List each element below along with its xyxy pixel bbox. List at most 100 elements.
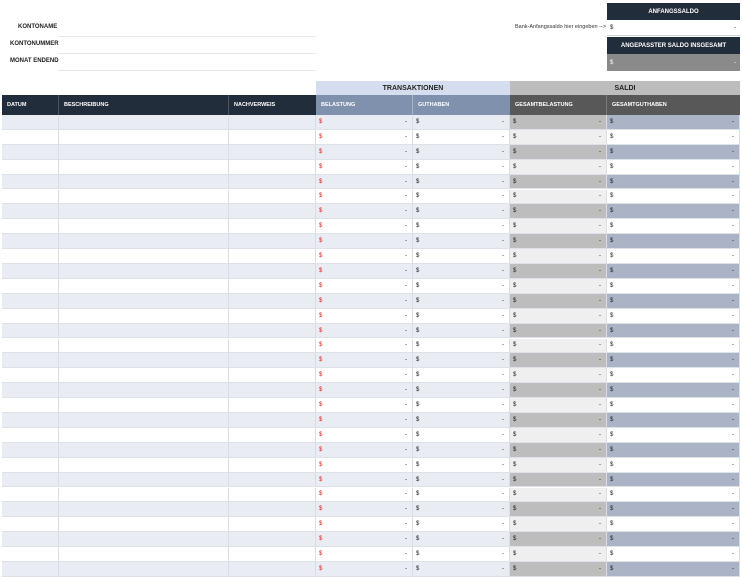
total-debit-cell[interactable]: $ - (510, 189, 607, 205)
debit-cell[interactable]: $ - (316, 547, 413, 562)
date-cell[interactable] (2, 398, 59, 413)
credit-cell[interactable]: $ - (413, 472, 510, 488)
reference-cell[interactable] (229, 144, 316, 160)
total-debit-cell[interactable]: $ - (510, 442, 607, 458)
date-cell[interactable] (2, 547, 59, 562)
total-credit-cell[interactable]: $ - (607, 353, 740, 369)
date-cell[interactable] (2, 502, 59, 518)
total-debit-cell[interactable]: $ - (510, 264, 607, 279)
total-debit-cell[interactable]: $ - (510, 129, 607, 145)
debit-cell[interactable]: $ - (316, 562, 413, 577)
debit-cell[interactable]: $ - (316, 144, 413, 160)
reference-cell[interactable] (229, 159, 316, 175)
credit-cell[interactable]: $ - (413, 427, 510, 443)
total-credit-cell[interactable]: $ - (607, 293, 740, 309)
description-cell[interactable] (59, 562, 229, 577)
date-cell[interactable] (2, 427, 59, 443)
date-cell[interactable] (2, 249, 59, 264)
date-cell[interactable] (2, 129, 59, 145)
total-credit-cell[interactable]: $ - (607, 517, 740, 533)
credit-cell[interactable]: $ - (413, 219, 510, 235)
description-cell[interactable] (59, 234, 229, 250)
total-debit-cell[interactable]: $ - (510, 174, 607, 190)
total-debit-cell[interactable]: $ - (510, 249, 607, 264)
total-debit-cell[interactable]: $ - (510, 323, 607, 339)
reference-cell[interactable] (229, 532, 316, 548)
debit-cell[interactable]: $ - (316, 278, 413, 294)
date-cell[interactable] (2, 472, 59, 488)
credit-cell[interactable]: $ - (413, 502, 510, 518)
debit-cell[interactable]: $ - (316, 457, 413, 473)
credit-cell[interactable]: $ - (413, 487, 510, 503)
total-credit-cell[interactable]: $ - (607, 308, 740, 324)
description-cell[interactable] (59, 487, 229, 503)
total-credit-cell[interactable]: $ - (607, 174, 740, 190)
total-credit-cell[interactable]: $ - (607, 502, 740, 518)
date-cell[interactable] (2, 532, 59, 548)
credit-cell[interactable]: $ - (413, 562, 510, 577)
credit-cell[interactable]: $ - (413, 174, 510, 190)
description-cell[interactable] (59, 338, 229, 354)
total-debit-cell[interactable]: $ - (510, 144, 607, 160)
date-cell[interactable] (2, 442, 59, 458)
reference-cell[interactable] (229, 368, 316, 384)
reference-cell[interactable] (229, 278, 316, 294)
total-credit-cell[interactable]: $ - (607, 189, 740, 205)
credit-cell[interactable]: $ - (413, 278, 510, 294)
reference-cell[interactable] (229, 442, 316, 458)
description-cell[interactable] (59, 219, 229, 235)
date-cell[interactable] (2, 338, 59, 354)
total-debit-cell[interactable]: $ - (510, 368, 607, 384)
credit-cell[interactable]: $ - (413, 129, 510, 145)
date-cell[interactable] (2, 383, 59, 399)
reference-cell[interactable] (229, 353, 316, 369)
description-cell[interactable] (59, 308, 229, 324)
reference-cell[interactable] (229, 219, 316, 235)
credit-cell[interactable]: $ - (413, 457, 510, 473)
description-cell[interactable] (59, 517, 229, 533)
total-debit-cell[interactable]: $ - (510, 338, 607, 354)
credit-cell[interactable]: $ - (413, 532, 510, 548)
reference-cell[interactable] (229, 398, 316, 413)
date-cell[interactable] (2, 159, 59, 175)
description-cell[interactable] (59, 159, 229, 175)
credit-cell[interactable]: $ - (413, 517, 510, 533)
date-cell[interactable] (2, 234, 59, 250)
total-credit-cell[interactable]: $ - (607, 562, 740, 577)
total-debit-cell[interactable]: $ - (510, 308, 607, 324)
debit-cell[interactable]: $ - (316, 129, 413, 145)
debit-cell[interactable]: $ - (316, 383, 413, 399)
total-credit-cell[interactable]: $ - (607, 234, 740, 250)
credit-cell[interactable]: $ - (413, 293, 510, 309)
date-cell[interactable] (2, 353, 59, 369)
date-cell[interactable] (2, 413, 59, 428)
description-cell[interactable] (59, 293, 229, 309)
total-debit-cell[interactable]: $ - (510, 159, 607, 175)
reference-cell[interactable] (229, 517, 316, 533)
total-credit-cell[interactable]: $ - (607, 442, 740, 458)
debit-cell[interactable]: $ - (316, 353, 413, 369)
total-credit-cell[interactable]: $ - (607, 204, 740, 220)
date-cell[interactable] (2, 368, 59, 384)
total-debit-cell[interactable]: $ - (510, 413, 607, 428)
debit-cell[interactable]: $ - (316, 442, 413, 458)
total-credit-cell[interactable]: $ - (607, 129, 740, 145)
credit-cell[interactable]: $ - (413, 547, 510, 562)
credit-cell[interactable]: $ - (413, 338, 510, 354)
description-cell[interactable] (59, 442, 229, 458)
credit-cell[interactable]: $ - (413, 234, 510, 250)
credit-cell[interactable]: $ - (413, 383, 510, 399)
debit-cell[interactable]: $ - (316, 249, 413, 264)
date-cell[interactable] (2, 264, 59, 279)
reference-cell[interactable] (229, 174, 316, 190)
reference-cell[interactable] (229, 234, 316, 250)
description-cell[interactable] (59, 144, 229, 160)
debit-cell[interactable]: $ - (316, 323, 413, 339)
description-cell[interactable] (59, 129, 229, 145)
description-cell[interactable] (59, 368, 229, 384)
reference-cell[interactable] (229, 204, 316, 220)
description-cell[interactable] (59, 547, 229, 562)
reference-cell[interactable] (229, 189, 316, 205)
total-credit-cell[interactable]: $ - (607, 264, 740, 279)
total-credit-cell[interactable]: $ - (607, 383, 740, 399)
